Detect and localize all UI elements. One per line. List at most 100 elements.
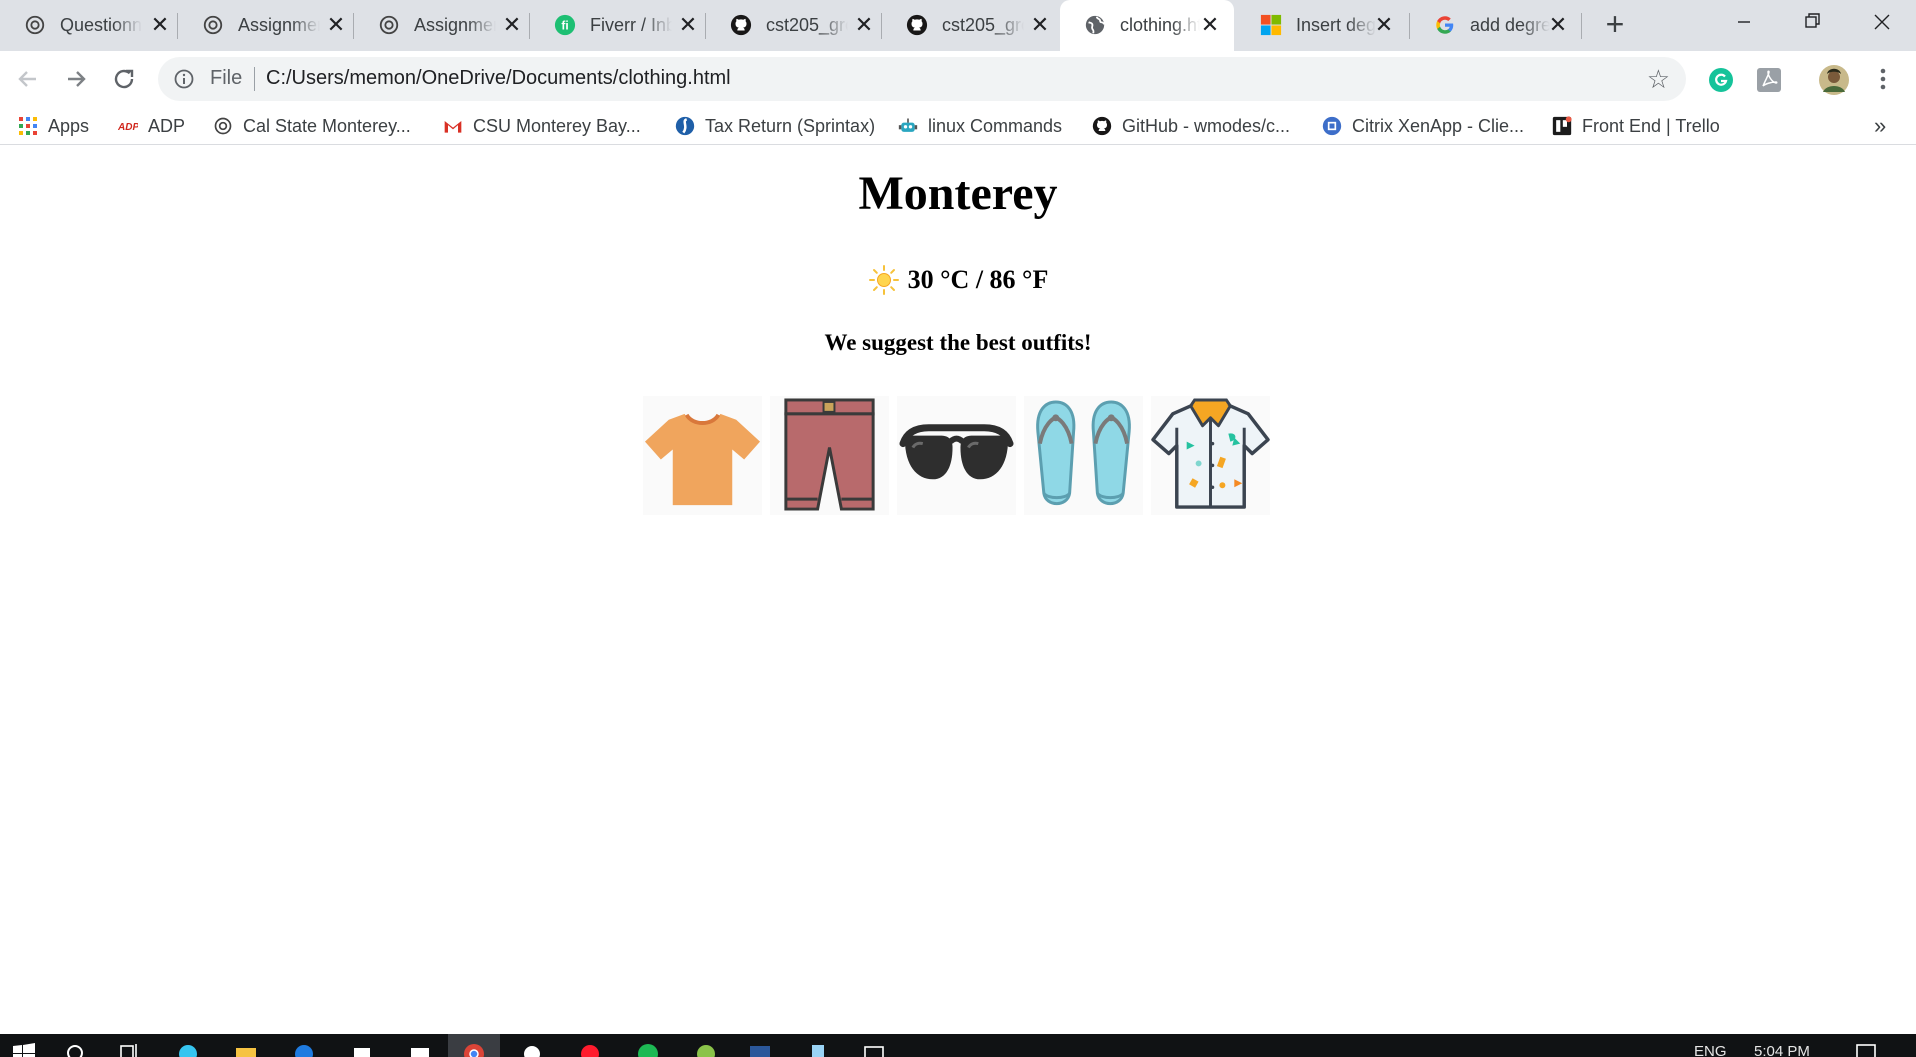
store-icon[interactable] [350,1042,374,1057]
bookmark-sprintax[interactable]: Tax Return (Sprintax) [675,115,875,137]
close-icon[interactable]: ✕ [1198,13,1222,37]
openai-icon [203,15,223,35]
tshirt-icon [644,413,761,506]
tab-github-1[interactable]: cst205_gro ✕ [706,0,882,51]
microsoft-icon [1260,14,1282,36]
restore-icon [1805,13,1820,28]
app-icon[interactable] [520,1042,544,1057]
sunglasses-icon [899,424,1014,480]
chrome-taskbar-active[interactable] [448,1034,500,1057]
tab-fiverr[interactable]: fi Fiverr / Inb ✕ [530,0,706,51]
bookmark-trello[interactable]: Front End | Trello [1552,115,1720,137]
tab-title: Assignmen [414,15,496,35]
close-icon[interactable]: ✕ [148,13,172,37]
bookmark-apps[interactable]: Apps [18,115,89,137]
bookmarks-overflow-button[interactable]: » [1874,113,1886,138]
search-icon[interactable] [64,1042,88,1057]
outfit-gallery [643,396,1270,515]
mail-icon[interactable] [408,1042,432,1057]
tab-assignment-1[interactable]: Assignmen ✕ [178,0,354,51]
spotify-icon[interactable] [636,1042,660,1057]
tab-github-2[interactable]: cst205_gro ✕ [882,0,1058,51]
info-icon[interactable] [174,69,194,89]
close-icon[interactable]: ✕ [1372,13,1396,37]
arrow-right-icon [68,71,86,87]
opera-icon[interactable] [578,1042,602,1057]
windows-start-icon[interactable] [12,1042,36,1057]
close-icon[interactable]: ✕ [1028,13,1052,37]
tab-add-degree[interactable]: add degre ✕ [1410,0,1582,51]
tab-separator [1581,13,1582,39]
url-text[interactable]: C:/Users/memon/OneDrive/Documents/clothi… [266,67,731,90]
hawaiian-shirt-icon [1151,398,1270,509]
openai-icon [379,15,399,35]
menu-button[interactable] [1867,63,1899,95]
close-icon[interactable]: ✕ [1546,13,1570,37]
weather-line: 30 °C / 86 °F [0,264,1916,296]
reload-icon [114,69,134,89]
apps-grid-icon [19,117,37,135]
fiverr-icon: fi [554,14,576,36]
bookmark-cal-state[interactable]: Cal State Monterey... [213,115,411,137]
bookmark-label: Cal State Monterey... [243,115,411,136]
outfit-item-sunglasses [897,396,1016,515]
grammarly-icon[interactable] [1708,67,1734,93]
close-icon[interactable]: ✕ [324,13,348,37]
github-icon [1092,116,1112,136]
page-content: Monterey 30 °C / 86 °F We suggest the be… [0,146,1916,1034]
tab-assignment-2[interactable]: Assignmen ✕ [354,0,530,51]
minimize-button[interactable] [1720,6,1768,40]
close-icon[interactable]: ✕ [500,13,524,37]
file-explorer-icon[interactable] [234,1042,258,1057]
close-icon[interactable]: ✕ [676,13,700,37]
bookmark-label: linux Commands [928,115,1063,136]
svg-text:ADP: ADP [118,122,138,133]
bookmark-star-icon[interactable]: ☆ [1647,65,1670,93]
notifications-icon[interactable] [1854,1042,1878,1057]
edge-icon[interactable] [292,1042,316,1057]
tab-strip: Questionn ✕ Assignmen ✕ Assignmen ✕ fi F… [0,0,1916,51]
app-icon[interactable] [694,1042,718,1057]
browser-toolbar: File C:/Users/memon/OneDrive/Documents/c… [0,51,1916,107]
close-window-button[interactable] [1858,6,1906,40]
robot-icon [898,118,918,132]
address-bar[interactable]: File C:/Users/memon/OneDrive/Documents/c… [158,57,1686,101]
language-indicator[interactable]: ENG [1694,1043,1727,1057]
app-icon[interactable] [806,1042,830,1057]
slack-icon[interactable] [176,1042,200,1057]
avatar[interactable] [1818,64,1850,96]
bookmark-github[interactable]: GitHub - wmodes/c... [1092,115,1290,137]
task-view-icon[interactable] [118,1042,142,1057]
close-icon[interactable]: ✕ [852,13,876,37]
suggestion-heading: We suggest the best outfits! [824,330,1092,355]
bookmark-label: Tax Return (Sprintax) [705,115,876,136]
bookmark-citrix[interactable]: Citrix XenApp - Clie... [1322,115,1524,137]
tab-title: Assignmen [238,15,320,35]
outfit-item-tshirt [643,396,762,515]
restore-button[interactable] [1788,6,1836,40]
bookmark-label: Front End | Trello [1582,115,1720,136]
temperature-text: 30 °C / 86 °F [907,265,1049,294]
tab-clothing-active[interactable]: clothing.ht ✕ [1060,0,1234,51]
tab-questionnaire[interactable]: Questionn ✕ [0,0,178,51]
photos-icon[interactable] [862,1042,886,1057]
outfit-item-shorts [770,396,889,515]
globe-icon [1085,15,1105,35]
github-icon [906,14,928,36]
reload-button[interactable] [108,63,140,95]
new-tab-button[interactable]: + [1598,8,1632,42]
scheme-label: File [210,67,243,89]
bookmark-csu-mail[interactable]: CSU Monterey Bay... [443,115,641,137]
google-icon [1436,16,1454,34]
tab-insert-degree[interactable]: Insert degr ✕ [1236,0,1410,51]
pdf-extension-icon[interactable] [1756,67,1782,93]
forward-button[interactable] [60,63,92,95]
clock-time[interactable]: 5:04 PM [1754,1043,1810,1057]
word-icon[interactable] [748,1042,772,1057]
kebab-menu-icon [1880,68,1886,90]
bookmark-linux[interactable]: linux Commands [898,115,1062,137]
github-icon [730,14,752,36]
back-button[interactable] [12,63,44,95]
bookmark-adp[interactable]: ADP ADP [118,115,185,137]
bookmarks-bar: Apps ADP ADP Cal State Monterey... CSU M… [0,107,1916,145]
